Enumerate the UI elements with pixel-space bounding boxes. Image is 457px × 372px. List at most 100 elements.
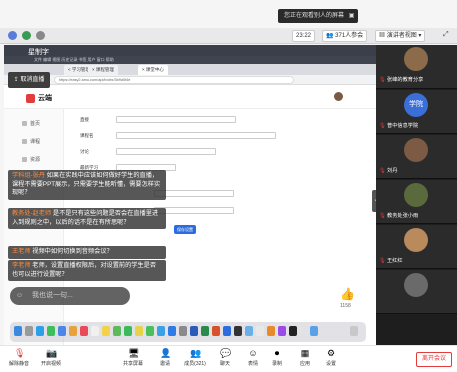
invite-label: 邀请 [159,361,170,367]
participant-name: 🎙 普中信息学院 [379,123,419,129]
participant-tile[interactable] [376,270,457,314]
save-settings-button[interactable]: 保存设置 [174,225,196,234]
members-button[interactable]: 👥 成员(321) [180,348,210,367]
fullscreen-icon[interactable]: ⤢ [443,31,449,39]
browser-tab-2[interactable]: × 课程管理 [88,65,118,75]
participant-name: 🎙 张峰的教育分享 [379,77,424,83]
chrome-icon[interactable] [135,326,143,336]
viewer-count[interactable]: 👥 371人参会 [322,30,368,42]
smile-icon: ☺ [248,348,258,358]
browser-tab-strip: < 学习管理 × 课程管理 × 课堂中心 [4,64,376,75]
settings-app-icon[interactable] [179,326,187,336]
invite-button[interactable]: 👤 邀请 [150,348,180,367]
record-label: 录制 [271,361,282,367]
meeting-window: 您正在观看别人的屏幕 ▣ 23:22 👥 371人参会 ▦ 演讲者视图 ▾ ⤢ … [0,0,457,372]
preview-icon[interactable] [245,326,253,336]
meeting-toolbar: 🎙 解除静音 📷 开启视频 🖥 共享屏幕 👤 邀请 👥 成员(321) 💬 聊天… [0,345,457,372]
mic-muted-icon: 🎙 [14,348,26,358]
form-field-3[interactable] [116,148,216,155]
sidebar-item-2[interactable]: 课程 [30,138,40,145]
apps-icon: ▦ [300,348,310,358]
participant-tile[interactable]: 🎙 张峰的教育分享 [376,45,457,89]
share-screen-icon: 🖥 [128,348,140,358]
layout-icon: ▦ [379,33,386,39]
settings-label: 设置 [325,361,336,367]
participant-tile[interactable]: 🎙 教务处张小雨 [376,180,457,224]
shield-icon[interactable] [22,31,31,40]
settings-button[interactable]: ⚙ 设置 [316,348,346,367]
calendar-icon[interactable] [91,326,99,336]
browser-address-row: https://easy2.amu.com/api/index/3b9d0f4e [4,75,376,85]
chat-label: 聊天 [219,361,230,367]
safari-icon[interactable] [36,326,44,336]
record-icon: ⏺ [274,348,280,358]
unmute-button[interactable]: 🎙 解除静音 [4,348,34,367]
meeting-top-bar: 23:22 👥 371人参会 ▦ 演讲者视图 ▾ ⤢ [0,28,457,44]
live-status-button[interactable]: ⇪ 取消直播 [8,72,50,88]
notes-alt-icon[interactable] [256,326,264,336]
unmute-label: 解除静音 [8,361,29,367]
thumbs-up-icon[interactable]: 👍 [340,287,355,301]
mac-dock [10,322,366,342]
smile-icon: ☺ [16,292,24,299]
podcast-icon[interactable] [278,326,286,336]
signal-icon[interactable] [36,31,45,40]
sidebar-item-3[interactable]: 资源 [30,156,40,163]
participant-tile[interactable]: 🎙 王红红 [376,225,457,269]
user-avatar[interactable] [334,92,343,101]
address-bar[interactable]: https://easy2.amu.com/api/index/3b9d0f4e [54,76,294,84]
finder-icon[interactable] [14,326,22,336]
chat-sender: 学科组-张丹 [12,172,45,179]
participant-avatar: 学院 [404,93,428,117]
excel-icon[interactable] [201,326,209,336]
form-field-1[interactable] [116,116,236,123]
participant-avatar [404,228,428,252]
chat-sender: 教务处-赵老师 [12,210,52,217]
launchpad-icon[interactable] [25,326,33,336]
chat-input[interactable]: ☺ 我也说一句... [10,287,130,305]
form-field-2[interactable] [116,132,276,139]
photos-icon[interactable] [69,326,77,336]
video-button[interactable]: 📷 开启视频 [36,348,66,367]
mail-icon[interactable] [58,326,66,336]
form-label-2: 课程名 [80,133,94,138]
participant-avatar [404,138,428,162]
powerpoint-icon[interactable] [212,326,220,336]
mic-muted-icon: 🎙 [379,258,386,264]
wechat-icon[interactable] [146,326,154,336]
maps-icon[interactable] [113,326,121,336]
browser-tab-3[interactable]: × 课堂中心 [138,65,168,75]
mic-muted-icon: 🎙 [379,213,386,219]
facetime-icon[interactable] [124,326,132,336]
mac-menu-bar: 文件 编辑 视图 历史记录 书签 用户 窗口 帮助 [4,56,376,64]
word-icon[interactable] [190,326,198,336]
qq-icon[interactable] [157,326,165,336]
messages-icon[interactable] [47,326,55,336]
app-store-icon[interactable] [168,326,176,336]
members-icon: 👥 [190,348,202,358]
share-screen-button[interactable]: 🖥 共享屏幕 [118,348,148,367]
participant-avatar [404,183,428,207]
view-mode-dropdown[interactable]: ▦ 演讲者视图 ▾ [375,30,426,42]
sidebar-item-1[interactable]: 首页 [30,120,40,127]
gear-icon: ⚙ [326,348,336,358]
leave-meeting-button[interactable]: 离开会议 [416,352,452,367]
site-logo-icon [26,94,35,103]
participant-tile[interactable]: 🎙 刘丹 [376,135,457,179]
trash-icon[interactable] [350,326,358,336]
notes-icon[interactable] [102,326,110,336]
music-icon[interactable] [80,326,88,336]
meeting-app-icon[interactable] [223,326,231,336]
folder-dock-icon[interactable] [310,326,318,336]
participant-name: 🎙 教务处张小雨 [379,213,419,219]
terminal-icon[interactable] [234,326,242,336]
record-button[interactable]: ⏺ 录制 [262,348,292,367]
participant-tile[interactable]: 学院 🎙 普中信息学院 [376,90,457,134]
screen-share-banner[interactable]: 您正在观看别人的屏幕 ▣ [278,9,358,23]
chat-button[interactable]: 💬 聊天 [210,348,240,367]
tv-icon[interactable] [289,326,297,336]
info-icon[interactable] [8,31,17,40]
like-count: 1158 [340,303,351,309]
books-icon[interactable] [267,326,275,336]
chat-sender: 李老师 [12,262,31,269]
